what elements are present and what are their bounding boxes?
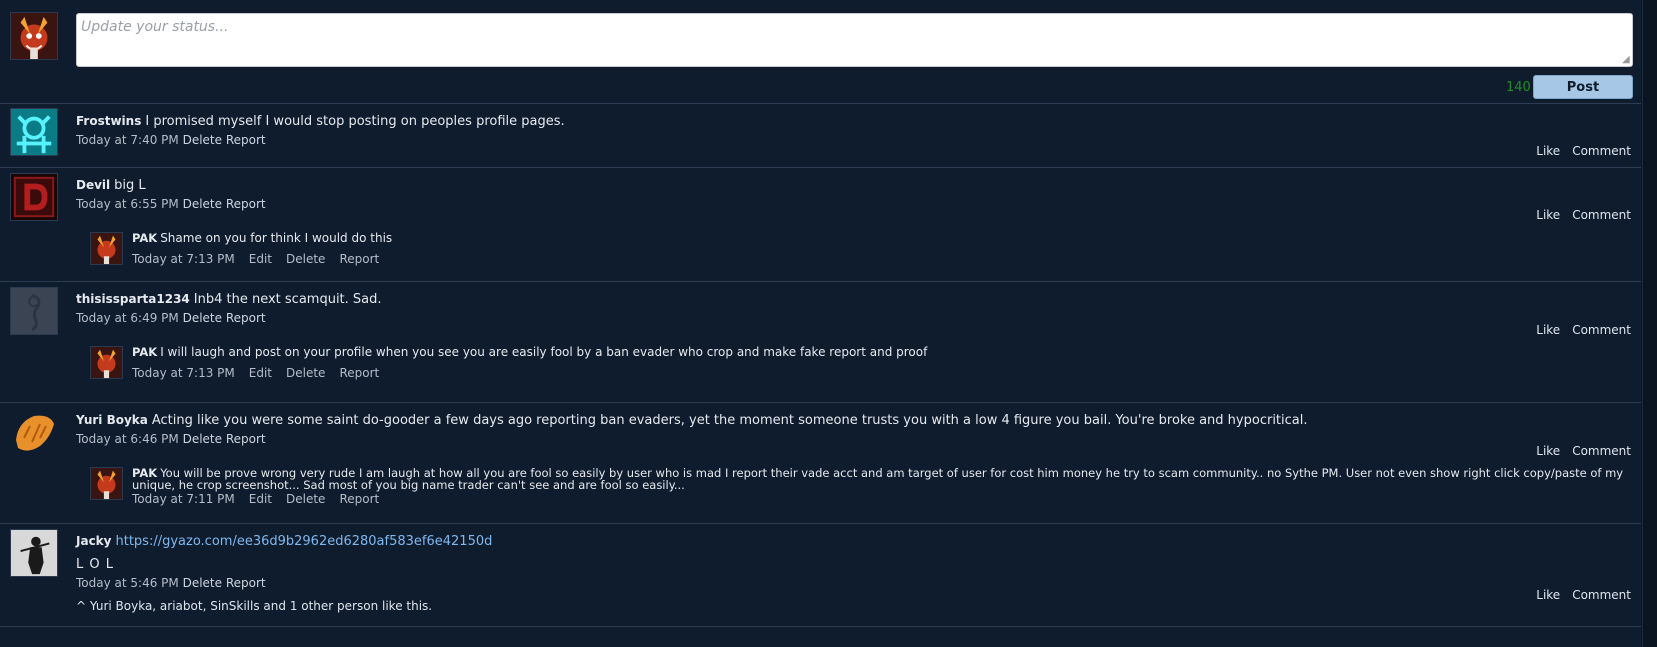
devil-avatar[interactable] [10,173,58,221]
profile-feed: ◢ 140 Post Frostwins I promised myself I … [0,0,1641,627]
profile-post: Jacky https://gyazo.com/ee36d9b2962ed6280… [0,524,1641,627]
thisissparta-avatar[interactable] [10,287,58,335]
jacky-avatar[interactable] [10,529,58,577]
post-author[interactable]: Frostwins [76,114,141,128]
comment-item: PAK You will be prove wrong very rude I a… [90,467,1631,507]
delete-link[interactable]: Delete [183,133,222,147]
edit-link[interactable]: Edit [249,252,272,266]
pak-avatar[interactable] [90,467,123,500]
post-timestamp[interactable]: Today at 5:46 PM [76,576,179,590]
post-author[interactable]: thisissparta1234 [76,292,190,306]
likers-other[interactable]: 1 other person [290,599,378,613]
likers-and: and [263,599,286,613]
resize-grip-icon[interactable]: ◢ [1622,55,1632,65]
report-link[interactable]: Report [339,492,379,506]
comment-link[interactable]: Comment [1572,208,1631,222]
post-author[interactable]: Jacky [76,534,111,548]
pak-avatar[interactable] [90,346,123,379]
delete-link[interactable]: Delete [183,197,222,211]
report-link[interactable]: Report [339,252,379,266]
yuri-boyka-avatar[interactable] [10,408,58,456]
post-button[interactable]: Post [1533,75,1633,99]
post-timestamp[interactable]: Today at 6:55 PM [76,197,179,211]
post-author[interactable]: Devil [76,178,110,192]
report-link[interactable]: Report [226,311,266,325]
character-counter: 140 [1506,80,1531,95]
pak-avatar[interactable] [90,232,123,265]
profile-post: Yuri Boyka Acting like you were some sain… [0,403,1641,524]
likes-caret: ^ [76,599,87,613]
status-input[interactable] [76,13,1633,67]
delete-link[interactable]: Delete [183,432,222,446]
like-link[interactable]: Like [1536,144,1560,158]
comment-link[interactable]: Comment [1572,144,1631,158]
comment-timestamp[interactable]: Today at 7:13 PM [132,366,235,380]
post-message: Acting like you were some saint do-goode… [151,413,1308,428]
self-avatar[interactable] [10,12,58,60]
post-actions: Like Comment [1524,144,1631,158]
post-message: I promised myself I would stop posting o… [145,114,565,129]
report-link[interactable]: Report [226,576,266,590]
like-link[interactable]: Like [1536,208,1560,222]
like-link[interactable]: Like [1536,323,1560,337]
post-author[interactable]: Yuri Boyka [76,413,148,427]
post-actions: Like Comment [1524,588,1631,602]
delete-link[interactable]: Delete [286,492,325,506]
post-actions: Like Comment [1524,323,1631,337]
comment-timestamp[interactable]: Today at 7:11 PM [132,492,235,506]
post-actions: Like Comment [1524,444,1631,458]
report-link[interactable]: Report [226,133,266,147]
profile-post: thisissparta1234 Inb4 the next scamquit. … [0,282,1641,403]
like-link[interactable]: Like [1536,444,1560,458]
comment-author[interactable]: PAK [132,345,157,359]
delete-link[interactable]: Delete [286,252,325,266]
post-timestamp[interactable]: Today at 6:49 PM [76,311,179,325]
edit-link[interactable]: Edit [249,366,272,380]
delete-link[interactable]: Delete [183,311,222,325]
like-link[interactable]: Like [1536,588,1560,602]
comment-link[interactable]: Comment [1572,444,1631,458]
comment-text: I will laugh and post on your profile wh… [160,345,928,359]
status-update-form: ◢ 140 Post [0,0,1641,104]
comment-timestamp[interactable]: Today at 7:13 PM [132,252,235,266]
post-message: Inb4 the next scamquit. Sad. [193,292,382,307]
likes-summary: ^ Yuri Boyka, ariabot, SinSkills and 1 o… [76,599,1631,613]
comment-link[interactable]: Comment [1572,588,1631,602]
edit-link[interactable]: Edit [249,492,272,506]
report-link[interactable]: Report [226,432,266,446]
post-actions: Like Comment [1524,208,1631,222]
delete-link[interactable]: Delete [183,576,222,590]
comment-item: PAK Shame on you for think I would do thi… [90,232,1631,266]
likers-names[interactable]: Yuri Boyka, ariabot, SinSkills [90,599,260,613]
comment-item: PAK I will laugh and post on your profile… [90,346,1631,380]
profile-post: Devil big L Today at 6:55 PM Delete Repor… [0,168,1641,282]
report-link[interactable]: Report [339,366,379,380]
post-timestamp[interactable]: Today at 7:40 PM [76,133,179,147]
post-message: L O L [76,557,114,572]
post-timestamp[interactable]: Today at 6:46 PM [76,432,179,446]
profile-post: Frostwins I promised myself I would stop … [0,104,1641,168]
frostwins-avatar[interactable] [10,108,58,156]
comment-text: You will be prove wrong very rude I am l… [132,466,1624,492]
report-link[interactable]: Report [226,197,266,211]
comment-text: Shame on you for think I would do this [160,231,393,245]
page-right-scrollbar[interactable] [1641,0,1657,647]
delete-link[interactable]: Delete [286,366,325,380]
post-link[interactable]: https://gyazo.com/ee36d9b2962ed6280af583… [115,534,492,549]
comment-author[interactable]: PAK [132,231,157,245]
comment-link[interactable]: Comment [1572,323,1631,337]
likers-suffix: like this. [382,599,433,613]
post-message: big L [114,178,146,193]
